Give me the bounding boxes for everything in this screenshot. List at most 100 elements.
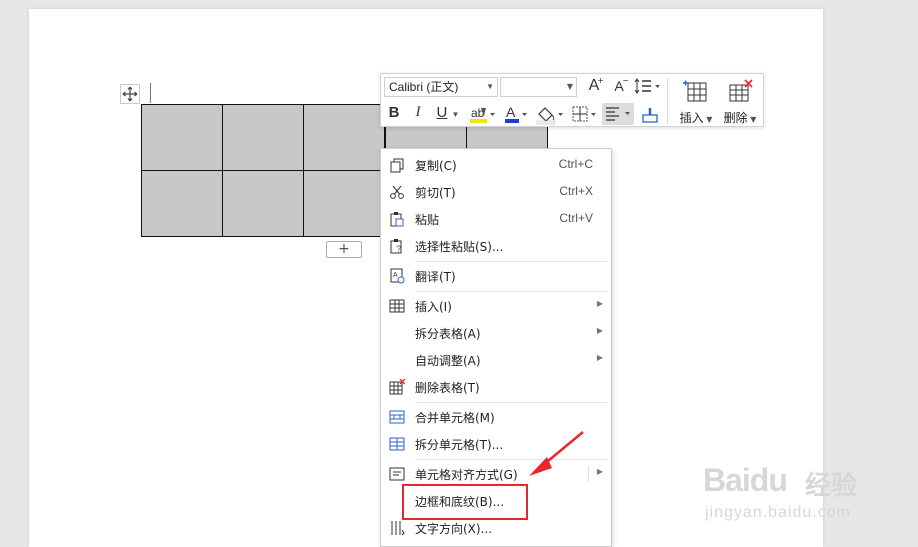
table-insert-icon (389, 299, 405, 313)
menu-item-cell-alignment[interactable]: 单元格对齐方式(G) ▶ (381, 460, 611, 487)
menu-item-label: 删除表格(T) (415, 381, 480, 395)
chevron-down-icon: ▼ (451, 110, 460, 119)
bold-button[interactable]: B (385, 104, 403, 124)
menu-item-shortcut: Ctrl+V (559, 211, 593, 225)
paste-special-icon: ? (390, 239, 402, 254)
menu-item-label: 文字方向(X)... (415, 522, 493, 536)
highlighter-icon: ab (470, 106, 495, 123)
chevron-right-icon: ▶ (596, 467, 603, 476)
menu-item-shortcut: Ctrl+C (558, 157, 593, 171)
menu-item-copy[interactable]: 复制(C) Ctrl+C (381, 151, 611, 178)
line-spacing-button[interactable] (634, 77, 662, 97)
menu-item-label: 自动调整(A) (415, 354, 481, 368)
toolbar-divider (667, 78, 668, 124)
table-cell[interactable] (385, 125, 467, 150)
cell-align-icon (389, 467, 405, 481)
grow-font-button[interactable]: A + (584, 76, 604, 96)
format-painter-icon (642, 108, 658, 123)
delete-button[interactable]: 删除 ▼ (717, 76, 763, 126)
menu-item-cut[interactable]: 剪切(T) Ctrl+X (381, 178, 611, 205)
text-cursor (150, 83, 151, 103)
font-size-select[interactable]: ▼ (500, 77, 577, 97)
plus-icon: + (338, 241, 350, 257)
table-cell[interactable] (303, 104, 385, 171)
table-cell[interactable] (303, 170, 385, 237)
watermark-logo: Baidu (703, 462, 788, 498)
menu-item-paste-special[interactable]: ? 选择性粘贴(S)... (381, 232, 611, 259)
table-cell[interactable] (222, 170, 304, 237)
highlight-button[interactable]: ab (468, 104, 498, 126)
menu-item-split-table[interactable]: 拆分表格(A) ▶ (381, 319, 611, 346)
table-cell[interactable] (222, 104, 304, 171)
insert-button[interactable]: 插入 ▼ (673, 76, 719, 126)
table-delete-icon (729, 79, 753, 102)
menu-item-translate[interactable]: A 翻译(T) (381, 262, 611, 289)
menu-item-delete-table[interactable]: 删除表格(T) (381, 373, 611, 400)
paste-icon (390, 212, 404, 227)
scissors-icon (390, 185, 404, 199)
chevron-down-icon: ▼ (747, 115, 757, 124)
menu-item-label: 合并单元格(M) (415, 411, 495, 425)
highlight-box (402, 484, 528, 520)
shrink-font-button[interactable]: A − (609, 76, 629, 96)
translate-icon: A (390, 268, 405, 284)
mini-toolbar: Calibri (正文) ▼ ▼ A + A − B I U ▼ ab A 插入… (380, 73, 764, 127)
table-insert-icon (683, 80, 707, 102)
menu-item-shortcut: Ctrl+X (559, 184, 593, 198)
align-left-icon (606, 107, 630, 121)
align-button[interactable] (602, 103, 634, 125)
text-direction-icon (391, 521, 405, 536)
insert-label: 插入 (679, 111, 704, 125)
watermark-cn: 经验 (805, 471, 858, 501)
delete-label: 删除 (723, 111, 748, 125)
watermark-url: jingyan.baidu.com (705, 504, 851, 521)
menu-item-label: 拆分单元格(T)... (415, 438, 504, 452)
menu-item-label: 翻译(T) (415, 270, 456, 284)
move-icon (122, 86, 138, 102)
table-cell[interactable] (141, 104, 223, 171)
borders-button[interactable] (570, 104, 598, 126)
chevron-down-icon: ▼ (703, 115, 713, 124)
table-cell[interactable] (466, 125, 548, 150)
split-cells-icon (389, 437, 405, 451)
font-name-select[interactable]: Calibri (正文) ▼ (384, 77, 498, 97)
svg-text:A: A (506, 104, 516, 120)
menu-item-insert[interactable]: 插入(I) ▶ (381, 292, 611, 319)
chevron-down-icon: ▼ (566, 82, 573, 91)
chevron-right-icon: ▶ (596, 299, 603, 308)
table-delete-icon (389, 379, 405, 395)
font-color-button[interactable]: A (503, 104, 529, 126)
menu-item-label: 拆分表格(A) (415, 327, 481, 341)
submenu-divider (588, 466, 589, 482)
menu-item-autofit[interactable]: 自动调整(A) ▶ (381, 346, 611, 373)
table-cell[interactable] (141, 170, 223, 237)
font-color-icon: A (505, 104, 527, 123)
menu-item-split-cells[interactable]: 拆分单元格(T)... (381, 430, 611, 457)
menu-item-merge-cells[interactable]: 合并单元格(M) (381, 403, 611, 430)
format-painter-button[interactable] (639, 104, 661, 126)
line-spacing-icon (634, 78, 660, 94)
menu-item-paste[interactable]: 粘贴 Ctrl+V (381, 205, 611, 232)
merge-cells-icon (389, 410, 405, 424)
chevron-right-icon: ▶ (596, 353, 603, 362)
underline-button[interactable]: U ▼ (433, 104, 463, 124)
menu-item-label: 剪切(T) (415, 186, 456, 200)
menu-item-label: 粘贴 (415, 213, 440, 227)
document-table[interactable] (141, 104, 385, 237)
menu-item-label: 单元格对齐方式(G) (415, 468, 518, 482)
document-table-right-part[interactable] (385, 125, 548, 150)
menu-item-label: 复制(C) (415, 159, 457, 173)
bold-icon: B (388, 104, 400, 121)
paint-bucket-icon (536, 107, 563, 125)
table-move-handle[interactable] (120, 84, 140, 104)
underline-icon: U (436, 104, 448, 121)
add-row-button[interactable]: + (326, 241, 362, 258)
svg-text:A: A (393, 272, 398, 279)
italic-button[interactable]: I (409, 104, 427, 124)
chevron-down-icon: ▼ (486, 82, 494, 91)
shading-button[interactable] (535, 104, 565, 126)
watermark: Baidu 经验 jingyan.baidu.com (703, 462, 873, 532)
borders-icon (572, 106, 596, 122)
italic-icon: I (415, 104, 421, 120)
menu-item-label: 选择性粘贴(S)... (415, 240, 504, 254)
